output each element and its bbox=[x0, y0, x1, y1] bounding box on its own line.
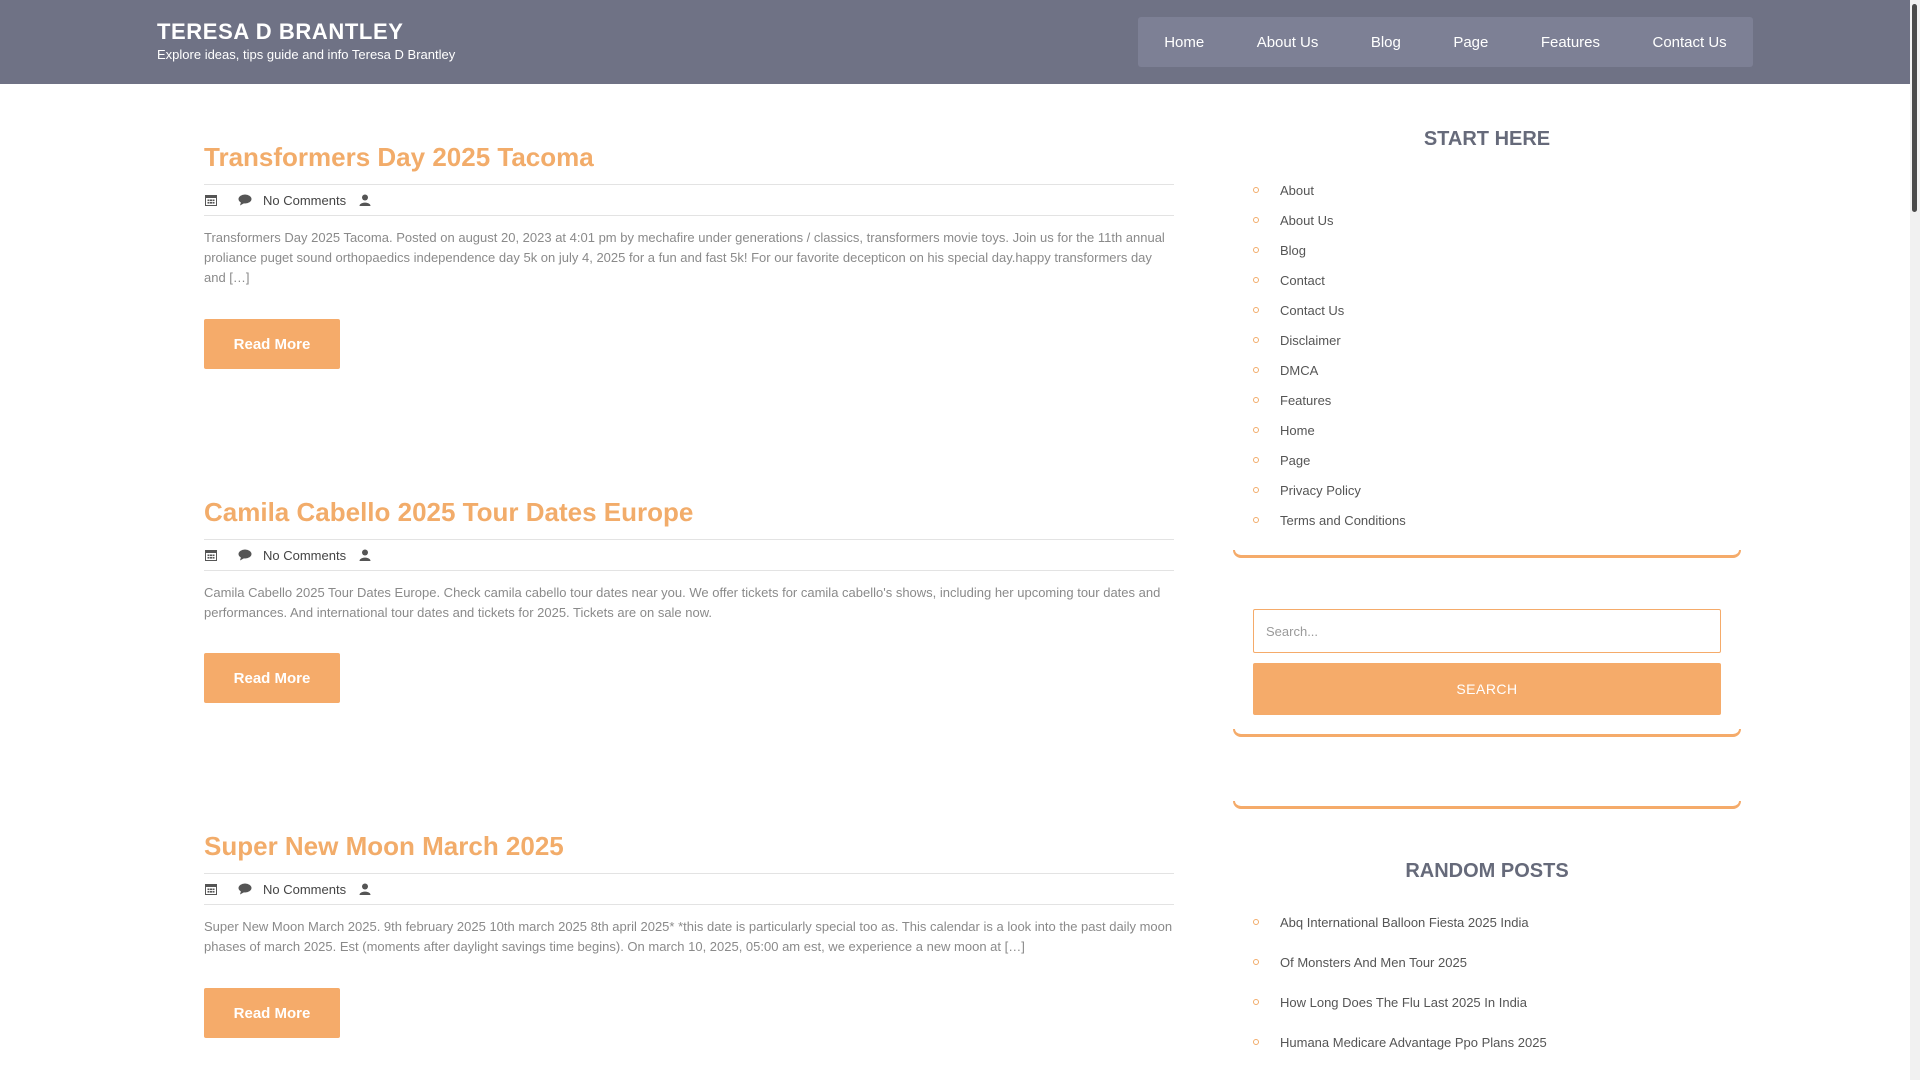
post: Transformers Day 2025 Tacoma No Comments… bbox=[204, 142, 1174, 369]
list-item[interactable]: Terms and Conditions bbox=[1253, 505, 1723, 535]
brand: TERESA D BRANTLEY Explore ideas, tips gu… bbox=[157, 19, 455, 63]
list-item-label[interactable]: Home bbox=[1280, 423, 1315, 438]
list-item-label[interactable]: Blog bbox=[1280, 243, 1306, 258]
bullet-icon bbox=[1253, 367, 1259, 373]
bullet-icon bbox=[1253, 919, 1259, 925]
calendar-icon bbox=[204, 882, 218, 896]
post-excerpt: Transformers Day 2025 Tacoma. Posted on … bbox=[204, 230, 1165, 285]
comment-icon bbox=[238, 193, 252, 207]
post-excerpt: Super New Moon March 2025. 9th february … bbox=[204, 919, 1173, 954]
list-item-label[interactable]: How Long Does The Flu Last 2025 In India bbox=[1280, 995, 1527, 1010]
list-item[interactable]: Blog bbox=[1253, 235, 1723, 265]
list-item[interactable]: Contact bbox=[1253, 265, 1723, 295]
post-title[interactable]: Super New Moon March 2025 bbox=[204, 831, 1174, 861]
post-meta: No Comments bbox=[204, 873, 1174, 905]
nav-item-home[interactable]: Home bbox=[1164, 34, 1204, 51]
list-item-label[interactable]: Page bbox=[1280, 453, 1310, 468]
post-title[interactable]: Transformers Day 2025 Tacoma bbox=[204, 142, 1174, 172]
bullet-icon bbox=[1253, 187, 1259, 193]
comment-icon bbox=[238, 882, 252, 896]
post: Camila Cabello 2025 Tour Dates Europe No… bbox=[204, 497, 1174, 703]
user-icon bbox=[358, 882, 372, 896]
user-icon bbox=[358, 548, 372, 562]
widget-divider bbox=[1233, 550, 1741, 558]
read-more-button[interactable]: Read More bbox=[204, 319, 340, 369]
search-input[interactable] bbox=[1253, 609, 1721, 653]
bullet-icon bbox=[1253, 217, 1259, 223]
calendar-icon bbox=[204, 193, 218, 207]
bullet-icon bbox=[1253, 457, 1259, 463]
nav-item-features[interactable]: Features bbox=[1541, 34, 1600, 51]
list-item[interactable]: Humana Medicare Advantage Ppo Plans 2025 bbox=[1253, 1022, 1723, 1062]
bullet-icon bbox=[1253, 487, 1259, 493]
site-header: TERESA D BRANTLEY Explore ideas, tips gu… bbox=[0, 0, 1910, 84]
list-item[interactable]: Disclaimer bbox=[1253, 325, 1723, 355]
list-item-label[interactable]: Contact Us bbox=[1280, 303, 1344, 318]
list-item-label[interactable]: About Us bbox=[1280, 213, 1333, 228]
list-item-label[interactable]: Features bbox=[1280, 393, 1331, 408]
comments-link[interactable]: No Comments bbox=[263, 193, 346, 208]
bullet-icon bbox=[1253, 517, 1259, 523]
bullet-icon bbox=[1253, 427, 1259, 433]
list-item[interactable]: Features bbox=[1253, 385, 1723, 415]
bullet-icon bbox=[1253, 277, 1259, 283]
nav-item-blog[interactable]: Blog bbox=[1371, 34, 1401, 51]
widget-title-random-posts: RANDOM POSTS bbox=[1405, 860, 1569, 882]
bullet-icon bbox=[1253, 397, 1259, 403]
list-item-label[interactable]: Humana Medicare Advantage Ppo Plans 2025 bbox=[1280, 1035, 1547, 1050]
site-tagline: Explore ideas, tips guide and info Teres… bbox=[157, 47, 456, 62]
list-item[interactable]: Abq International Balloon Fiesta 2025 In… bbox=[1253, 902, 1723, 942]
list-item-label[interactable]: DMCA bbox=[1280, 363, 1318, 378]
post-title[interactable]: Camila Cabello 2025 Tour Dates Europe bbox=[204, 497, 1174, 527]
search-button[interactable]: SEARCH bbox=[1253, 663, 1721, 715]
nav-item-contact-us[interactable]: Contact Us bbox=[1652, 34, 1726, 51]
bullet-icon bbox=[1253, 337, 1259, 343]
pages-list: About About Us Blog Contact Contact Us D… bbox=[1253, 175, 1723, 535]
bullet-icon bbox=[1253, 307, 1259, 313]
list-item-label[interactable]: Abq International Balloon Fiesta 2025 In… bbox=[1280, 915, 1529, 930]
list-item[interactable]: About Us bbox=[1253, 205, 1723, 235]
read-more-button[interactable]: Read More bbox=[204, 653, 340, 703]
bullet-icon bbox=[1253, 959, 1259, 965]
scrollbar-thumb[interactable] bbox=[1912, 4, 1917, 212]
comments-link[interactable]: No Comments bbox=[263, 882, 346, 897]
list-item-label[interactable]: Disclaimer bbox=[1280, 333, 1341, 348]
widget-divider bbox=[1233, 801, 1741, 809]
list-item[interactable]: Privacy Policy bbox=[1253, 475, 1723, 505]
list-item[interactable]: Of Monsters And Men Tour 2025 bbox=[1253, 942, 1723, 982]
list-item[interactable]: About bbox=[1253, 175, 1723, 205]
widget-divider bbox=[1233, 729, 1741, 737]
nav-item-about-us[interactable]: About Us bbox=[1257, 34, 1319, 51]
list-item[interactable]: Page bbox=[1253, 445, 1723, 475]
bullet-icon bbox=[1253, 247, 1259, 253]
comments-link[interactable]: No Comments bbox=[263, 548, 346, 563]
user-icon bbox=[358, 193, 372, 207]
site-title[interactable]: TERESA D BRANTLEY bbox=[157, 19, 455, 45]
read-more-button[interactable]: Read More bbox=[204, 988, 340, 1038]
bullet-icon bbox=[1253, 1039, 1259, 1045]
list-item[interactable]: How Long Does The Flu Last 2025 In India bbox=[1253, 982, 1723, 1022]
calendar-icon bbox=[204, 548, 218, 562]
list-item-label[interactable]: Contact bbox=[1280, 273, 1325, 288]
nav-item-page[interactable]: Page bbox=[1453, 34, 1488, 51]
list-item-label[interactable]: Of Monsters And Men Tour 2025 bbox=[1280, 955, 1467, 970]
post-meta: No Comments bbox=[204, 539, 1174, 571]
post-excerpt: Camila Cabello 2025 Tour Dates Europe. C… bbox=[204, 585, 1161, 620]
list-item-label[interactable]: Terms and Conditions bbox=[1280, 513, 1406, 528]
comment-icon bbox=[238, 548, 252, 562]
list-item[interactable]: Contact Us bbox=[1253, 295, 1723, 325]
list-item[interactable]: Home bbox=[1253, 415, 1723, 445]
page-scrollbar[interactable] bbox=[1910, 0, 1920, 1080]
random-posts-list: Abq International Balloon Fiesta 2025 In… bbox=[1253, 902, 1723, 1062]
post-meta: No Comments bbox=[204, 184, 1174, 216]
main-nav: Home About Us Blog Page Features Contact… bbox=[1138, 17, 1753, 67]
list-item[interactable]: DMCA bbox=[1253, 355, 1723, 385]
widget-title-start-here: START HERE bbox=[1423, 128, 1551, 150]
bullet-icon bbox=[1253, 999, 1259, 1005]
list-item-label[interactable]: Privacy Policy bbox=[1280, 483, 1361, 498]
list-item-label[interactable]: About bbox=[1280, 183, 1314, 198]
post: Super New Moon March 2025 No Comments Su… bbox=[204, 831, 1174, 1038]
